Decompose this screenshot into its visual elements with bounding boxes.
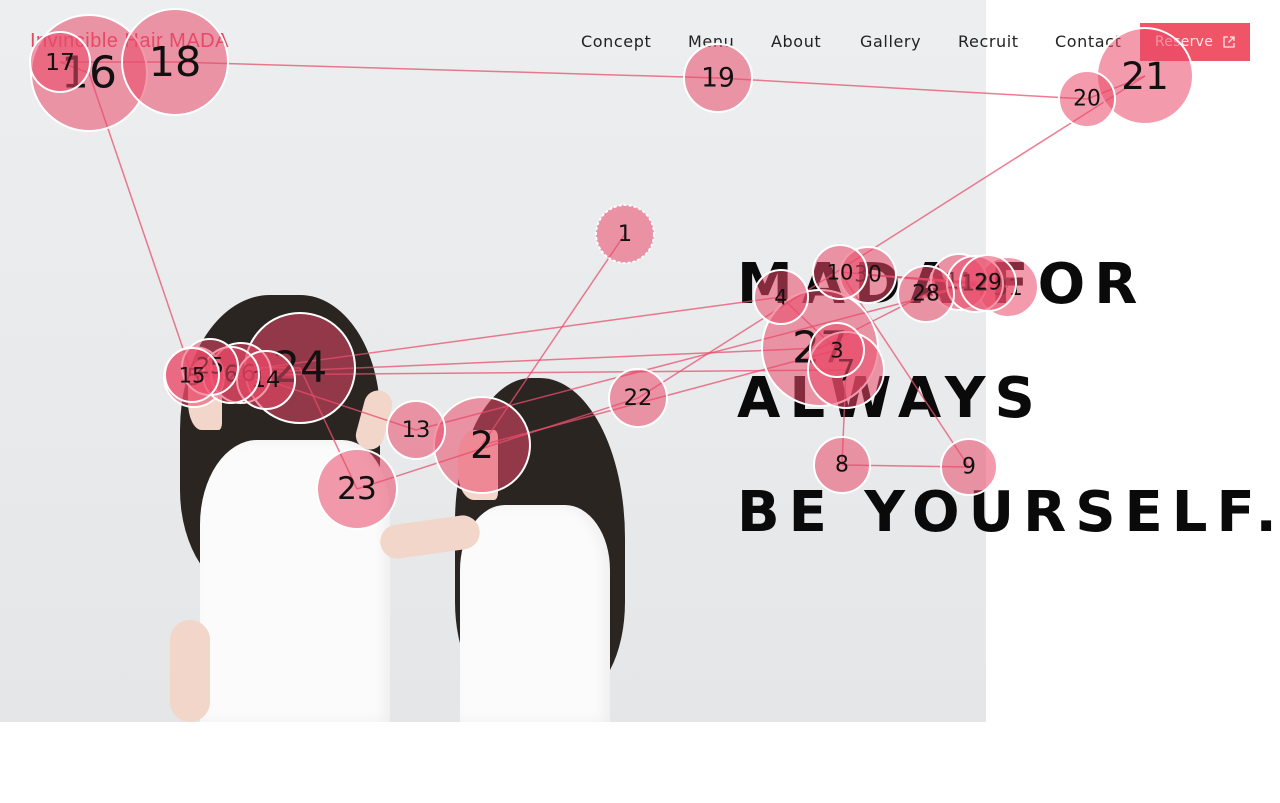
- nav-item-menu[interactable]: Menu: [688, 32, 734, 51]
- gaze-fixation-20: 20: [1058, 70, 1116, 128]
- nav-item-recruit[interactable]: Recruit: [958, 32, 1019, 51]
- headline-line-2: ALWAYS: [737, 366, 1044, 431]
- scanpath-segment: [1086, 75, 1146, 100]
- hero-photo: [0, 0, 986, 722]
- nav-item-concept[interactable]: Concept: [581, 32, 651, 51]
- headline-line-1: MADA FOR: [737, 252, 1147, 317]
- nav-item-about[interactable]: About: [771, 32, 821, 51]
- reserve-button-label: Reserve: [1154, 34, 1214, 50]
- nav-item-gallery[interactable]: Gallery: [860, 32, 921, 51]
- gaze-fixation-label: 20: [1073, 87, 1101, 112]
- headline-line-3: BE YOURSELF.: [737, 480, 1280, 545]
- external-link-icon: [1223, 36, 1235, 48]
- nav-item-contact[interactable]: Contact: [1055, 32, 1121, 51]
- site-logo[interactable]: Invincible Hair MADA: [30, 30, 229, 53]
- reserve-button[interactable]: Reserve: [1140, 23, 1250, 61]
